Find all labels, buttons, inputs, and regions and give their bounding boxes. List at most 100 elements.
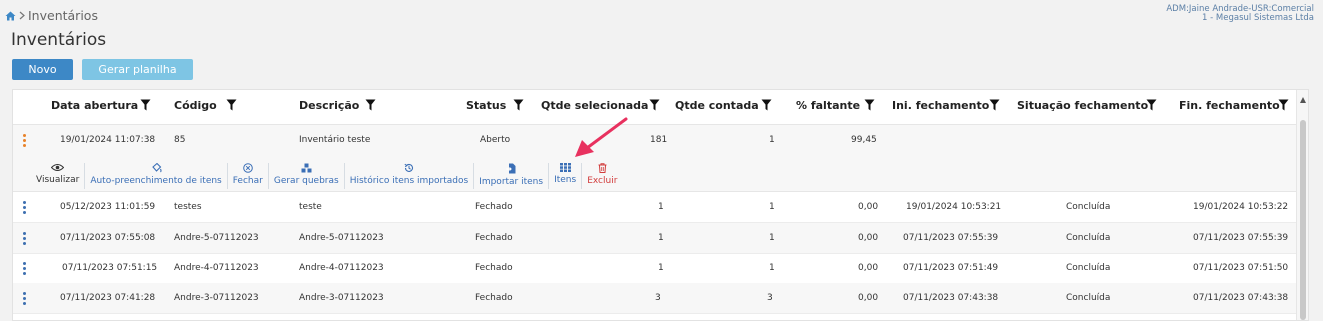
col-situacao-fechamento[interactable]: Situação fechamento: [1017, 99, 1148, 112]
cell-faltante: 0,00: [858, 293, 879, 303]
paint-bucket-icon: [151, 163, 162, 173]
importar-itens-action[interactable]: Importar itens: [474, 163, 550, 189]
cell-situacao: Concluída: [1066, 202, 1111, 212]
cell-data-abertura: 07/11/2023 07:55:08: [60, 233, 156, 243]
cell-ini-fechamento: 19/01/2024 10:53:21: [906, 202, 1002, 212]
row-actions-bar: Visualizar Auto-preenchimento de itens F…: [31, 163, 622, 189]
page-title: Inventários: [11, 30, 107, 50]
scroll-up-arrow-icon[interactable]: [1300, 97, 1306, 103]
filter-icon[interactable]: [649, 99, 660, 111]
excluir-action[interactable]: Excluir: [582, 163, 622, 189]
itens-action[interactable]: Itens: [549, 163, 583, 189]
cell-codigo: Andre-3-07112023: [174, 293, 259, 303]
row-menu-icon[interactable]: [23, 292, 27, 305]
file-import-icon: [506, 163, 516, 174]
cell-qtde-selecionada: 1: [658, 263, 664, 273]
table-row[interactable]: 07/11/2023 07:41:28 Andre-3-07112023 And…: [13, 283, 1297, 314]
cell-fin-fechamento: 07/11/2023 07:51:50: [1193, 263, 1289, 273]
cell-faltante: 0,00: [858, 263, 879, 273]
cell-qtde-contada: 1: [769, 233, 775, 243]
col-codigo[interactable]: Código: [174, 99, 217, 112]
excluir-label: Excluir: [587, 176, 618, 186]
col-fin-fechamento[interactable]: Fin. fechamento: [1179, 99, 1280, 112]
eye-icon: [51, 164, 65, 171]
history-icon: [404, 163, 413, 172]
row-menu-icon[interactable]: [23, 262, 27, 275]
table-row[interactable]: 05/12/2023 11:01:59 testes teste Fechado…: [13, 192, 1297, 223]
cell-situacao: Concluída: [1066, 233, 1111, 243]
filter-icon[interactable]: [1146, 99, 1157, 111]
cell-fin-fechamento: 19/01/2024 10:53:22: [1193, 202, 1289, 212]
col-status[interactable]: Status: [466, 99, 506, 112]
cell-status: Fechado: [475, 233, 513, 243]
cell-faltante: 0,00: [858, 233, 879, 243]
filter-icon[interactable]: [1278, 99, 1289, 111]
cell-descricao: Andre-4-07112023: [299, 263, 384, 273]
top-bar: Inventários ADM:Jaine Andrade-USR:Comerc…: [0, 0, 1323, 26]
cell-codigo: Andre-5-07112023: [174, 233, 259, 243]
cell-descricao: Inventário teste: [299, 135, 371, 145]
row-menu-icon[interactable]: [23, 134, 27, 147]
boxes-icon: [301, 163, 312, 173]
historico-action[interactable]: Histórico itens importados: [345, 163, 475, 189]
row-menu-icon[interactable]: [23, 232, 27, 245]
table-scrollbar[interactable]: [1296, 90, 1308, 320]
table-row[interactable]: 07/11/2023 07:51:15 Andre-4-07112023 And…: [13, 253, 1297, 284]
annotation-arrow: [575, 117, 628, 157]
user-info: ADM:Jaine Andrade-USR:Comercial 1 - Mega…: [1166, 5, 1314, 23]
cell-codigo: testes: [174, 202, 202, 212]
filter-icon[interactable]: [513, 99, 524, 111]
itens-label: Itens: [554, 175, 577, 185]
filter-icon[interactable]: [226, 99, 237, 111]
cell-qtde-contada: 1: [769, 202, 775, 212]
filter-icon[interactable]: [864, 99, 875, 111]
col-descricao[interactable]: Descrição: [299, 99, 359, 112]
table-row[interactable]: 07/11/2023 07:55:08 Andre-5-07112023 And…: [13, 223, 1297, 254]
cell-qtde-selecionada: 1: [658, 202, 664, 212]
visualizar-label: Visualizar: [36, 175, 80, 185]
cell-data-abertura: 19/01/2024 11:07:38: [60, 135, 156, 145]
auto-preenchimento-action[interactable]: Auto-preenchimento de itens: [85, 163, 228, 189]
breadcrumb-page[interactable]: Inventários: [28, 8, 98, 23]
fechar-action[interactable]: Fechar: [228, 163, 269, 189]
cell-descricao: Andre-3-07112023: [299, 293, 384, 303]
cell-status: Fechado: [475, 202, 513, 212]
gerar-planilha-button[interactable]: Gerar planilha: [82, 59, 193, 80]
novo-button[interactable]: Novo: [12, 59, 73, 80]
cell-fin-fechamento: 07/11/2023 07:43:38: [1193, 293, 1289, 303]
filter-icon[interactable]: [140, 99, 151, 111]
filter-icon[interactable]: [989, 99, 1000, 111]
cell-qtde-contada: 3: [767, 293, 773, 303]
cell-qtde-selecionada: 181: [650, 135, 668, 145]
cell-faltante: 0,00: [858, 202, 879, 212]
cell-status: Fechado: [475, 293, 513, 303]
col-ini-fechamento[interactable]: Ini. fechamento: [892, 99, 989, 112]
col-qtde-selecionada[interactable]: Qtde selecionada: [541, 99, 648, 112]
cell-fin-fechamento: 07/11/2023 07:55:39: [1193, 233, 1289, 243]
filter-icon[interactable]: [761, 99, 772, 111]
col-faltante[interactable]: % faltante: [796, 99, 860, 112]
cell-ini-fechamento: 07/11/2023 07:51:49: [903, 263, 999, 273]
col-data-abertura[interactable]: Data abertura: [51, 99, 138, 112]
scroll-thumb[interactable]: [1300, 120, 1306, 320]
cell-status: Fechado: [475, 263, 513, 273]
row-menu-icon[interactable]: [23, 201, 27, 214]
fechar-label: Fechar: [232, 176, 263, 186]
cell-qtde-selecionada: 1: [658, 233, 664, 243]
col-qtde-contada[interactable]: Qtde contada: [675, 99, 759, 112]
visualizar-action[interactable]: Visualizar: [31, 163, 86, 189]
importar-itens-label: Importar itens: [479, 177, 544, 187]
filter-icon[interactable]: [365, 99, 376, 111]
close-circle-icon: [242, 163, 253, 173]
expanded-row: 19/01/2024 11:07:38 85 Inventário teste …: [13, 125, 1297, 192]
cell-qtde-contada: 1: [769, 135, 775, 145]
user-line-2: 1 - Megasul Sistemas Ltda: [1202, 13, 1314, 23]
cell-data-abertura: 07/11/2023 07:41:28: [60, 293, 156, 303]
cell-descricao: teste: [299, 202, 322, 212]
cell-descricao: Andre-5-07112023: [299, 233, 384, 243]
home-icon[interactable]: [5, 11, 16, 21]
cell-status: Aberto: [480, 135, 511, 145]
gerar-quebras-action[interactable]: Gerar quebras: [269, 163, 345, 189]
cell-data-abertura: 05/12/2023 11:01:59: [60, 202, 156, 212]
cell-data-abertura: 07/11/2023 07:51:15: [62, 263, 158, 273]
